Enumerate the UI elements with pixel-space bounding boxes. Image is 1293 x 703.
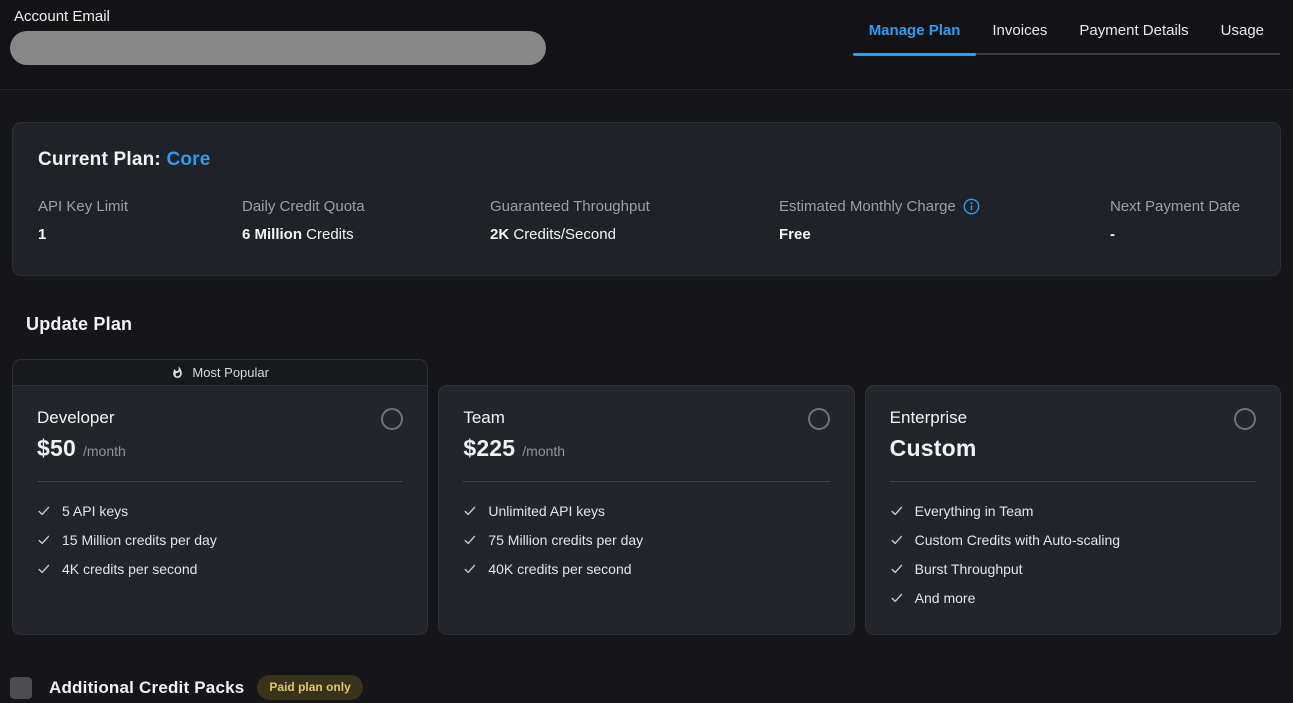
stat-value: - (1110, 226, 1115, 243)
feature-item: 4K credits per second (37, 561, 403, 577)
plans-row: Most Popular Developer $50 /month 5 API … (12, 359, 1281, 635)
plan-price: $225 (463, 435, 515, 462)
feature-item: 40K credits per second (463, 561, 829, 577)
feature-item: Burst Throughput (890, 561, 1256, 577)
feature-item: And more (890, 590, 1256, 606)
account-email-input[interactable] (10, 31, 546, 65)
plan-price: Custom (890, 435, 977, 462)
additional-credit-packs-checkbox[interactable] (10, 677, 32, 699)
plan-card-developer[interactable]: Most Popular Developer $50 /month 5 API … (12, 359, 428, 635)
check-icon (890, 562, 904, 576)
most-popular-band: Most Popular (13, 360, 427, 386)
check-icon (37, 504, 51, 518)
tab-invoices[interactable]: Invoices (976, 14, 1063, 53)
tab-usage[interactable]: Usage (1205, 14, 1280, 53)
check-icon (37, 562, 51, 576)
stat-daily-credit-quota: Daily Credit Quota 6 Million Credits (242, 198, 490, 243)
stat-label: Next Payment Date (1110, 198, 1240, 215)
check-icon (463, 533, 477, 547)
check-icon (890, 591, 904, 605)
plan-features: Unlimited API keys 75 Million credits pe… (463, 503, 829, 577)
check-icon (890, 504, 904, 518)
stat-label: API Key Limit (38, 198, 128, 215)
stat-guaranteed-throughput: Guaranteed Throughput 2K Credits/Second (490, 198, 779, 243)
feature-item: 5 API keys (37, 503, 403, 519)
current-plan-card: Current Plan: Core API Key Limit 1 Daily… (12, 122, 1281, 276)
plan-name: Enterprise (890, 408, 1256, 428)
plan-card-team[interactable]: Team $225 /month Unlimited API keys 75 M… (438, 385, 854, 635)
stat-label: Guaranteed Throughput (490, 198, 650, 215)
feature-item: 15 Million credits per day (37, 532, 403, 548)
account-email-label: Account Email (10, 8, 546, 25)
plan-price: $50 (37, 435, 76, 462)
plan-divider (37, 481, 403, 482)
tab-payment-details[interactable]: Payment Details (1063, 14, 1204, 53)
current-plan-title: Current Plan: Core (38, 149, 1255, 171)
plan-name: Team (463, 408, 829, 428)
additional-credit-packs-row: Additional Credit Packs Paid plan only (10, 675, 1293, 700)
paid-plan-only-badge: Paid plan only (257, 675, 362, 700)
account-email-block: Account Email (10, 8, 546, 65)
current-plan-stats: API Key Limit 1 Daily Credit Quota 6 Mil… (38, 198, 1255, 243)
current-plan-title-prefix: Current Plan: (38, 149, 166, 170)
feature-item: 75 Million credits per day (463, 532, 829, 548)
stat-label: Daily Credit Quota (242, 198, 365, 215)
plan-radio-enterprise[interactable] (1234, 408, 1256, 430)
plan-name: Developer (37, 408, 403, 428)
plan-features: Everything in Team Custom Credits with A… (890, 503, 1256, 606)
stat-estimated-monthly-charge: Estimated Monthly Charge Free (779, 198, 1110, 243)
feature-item: Unlimited API keys (463, 503, 829, 519)
plan-divider (463, 481, 829, 482)
check-icon (37, 533, 51, 547)
tab-manage-plan[interactable]: Manage Plan (853, 14, 977, 53)
check-icon (463, 562, 477, 576)
stat-api-key-limit: API Key Limit 1 (38, 198, 242, 243)
most-popular-label: Most Popular (192, 365, 269, 380)
additional-credit-packs-label: Additional Credit Packs (49, 678, 244, 698)
plan-radio-team[interactable] (808, 408, 830, 430)
stat-value: 2K (490, 226, 509, 243)
stat-value: 6 Million (242, 226, 302, 243)
plan-card-enterprise[interactable]: Enterprise Custom Everything in Team Cus… (865, 385, 1281, 635)
plan-period: /month (522, 443, 565, 459)
stat-value: Free (779, 226, 811, 243)
check-icon (890, 533, 904, 547)
stat-label: Estimated Monthly Charge (779, 198, 956, 215)
plan-period: /month (83, 443, 126, 459)
plan-features: 5 API keys 15 Million credits per day 4K… (37, 503, 403, 577)
billing-tabs: Manage Plan Invoices Payment Details Usa… (853, 14, 1280, 55)
page-header: Account Email Manage Plan Invoices Payme… (0, 0, 1293, 90)
flame-icon (171, 366, 184, 379)
current-plan-name: Core (166, 149, 210, 170)
stat-next-payment-date: Next Payment Date - (1110, 198, 1255, 243)
feature-item: Everything in Team (890, 503, 1256, 519)
info-icon[interactable] (963, 198, 980, 215)
plan-divider (890, 481, 1256, 482)
check-icon (463, 504, 477, 518)
update-plan-heading: Update Plan (26, 314, 1293, 335)
stat-value: 1 (38, 226, 46, 243)
feature-item: Custom Credits with Auto-scaling (890, 532, 1256, 548)
